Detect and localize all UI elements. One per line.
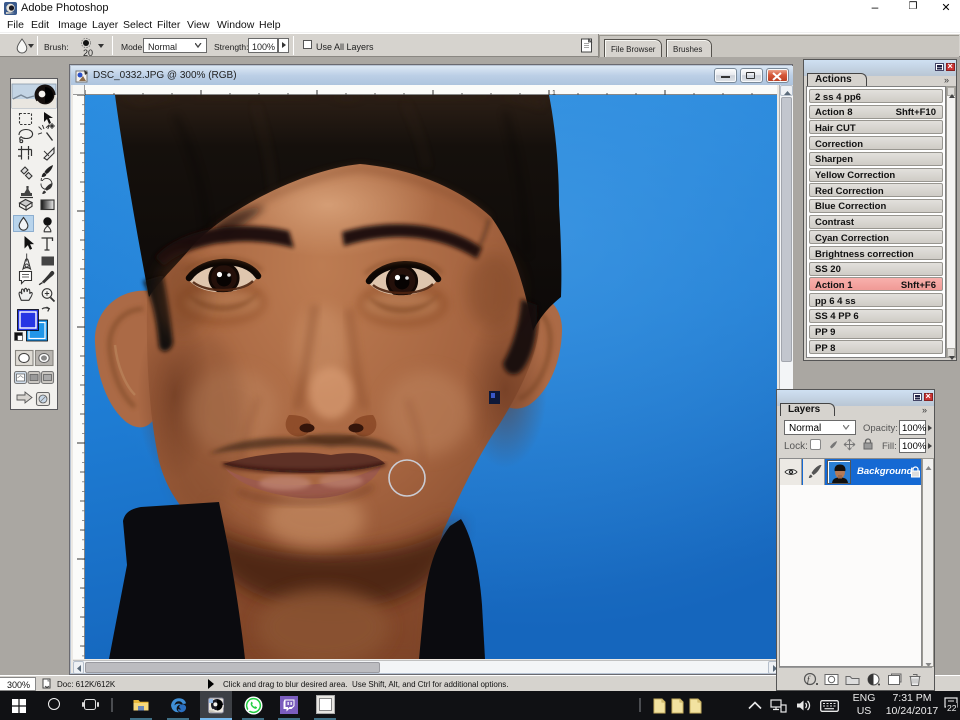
svg-text:f: f bbox=[807, 675, 811, 685]
